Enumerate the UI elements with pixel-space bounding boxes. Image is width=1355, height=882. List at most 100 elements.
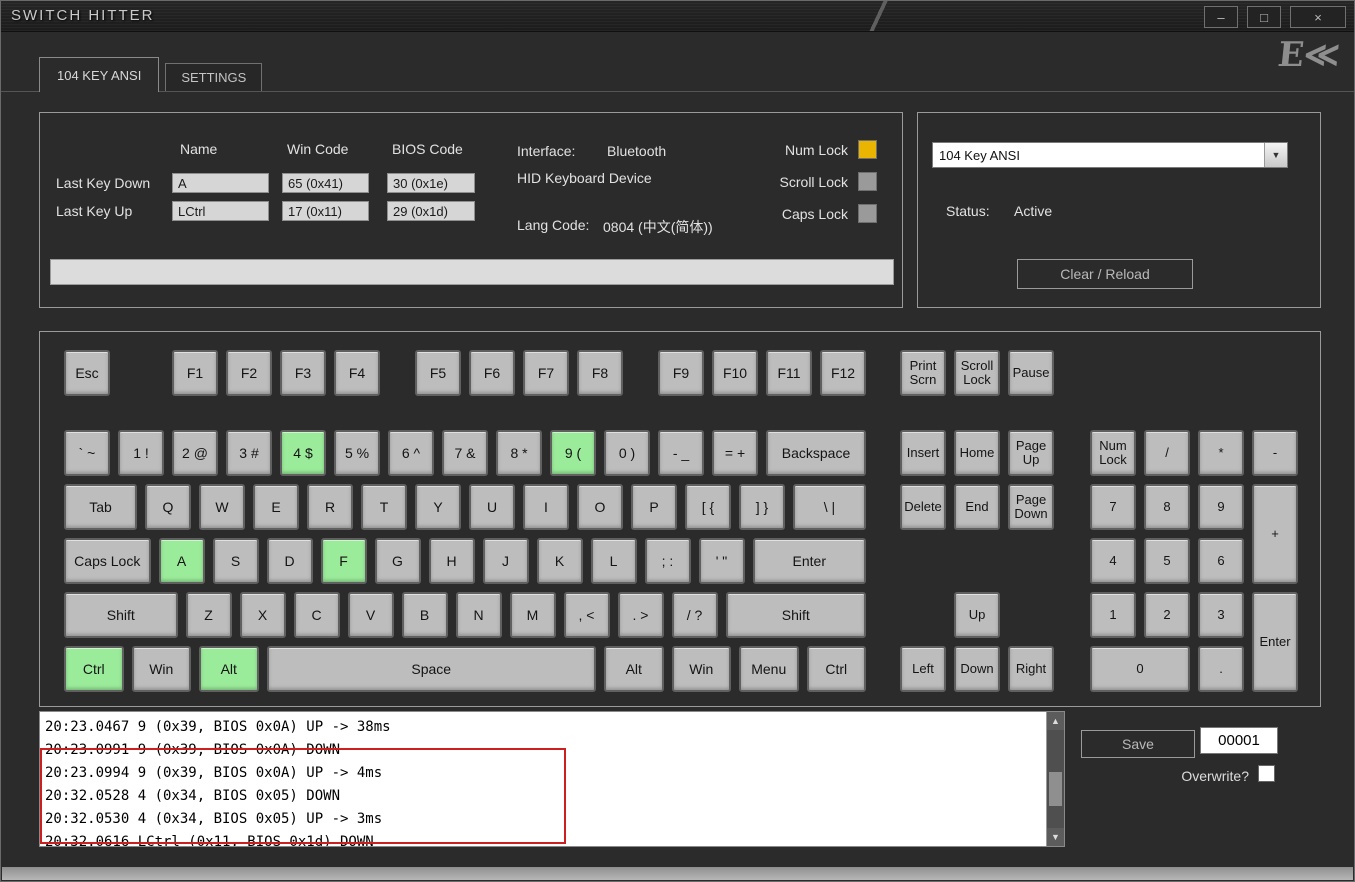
keyboard-key: 8 bbox=[1144, 484, 1190, 530]
keyboard-key: F5 bbox=[415, 350, 461, 396]
last-key-up-win-code-field: 17 (0x11) bbox=[282, 201, 369, 221]
log-line: 20:23.0467 9 (0x39, BIOS 0x0A) UP -> 38m… bbox=[45, 716, 1042, 739]
keyboard-key: 5 % bbox=[334, 430, 380, 476]
ek-logo: E≪ bbox=[1276, 35, 1342, 75]
keyboard-key: Alt bbox=[604, 646, 664, 692]
keyboard-key: ` ~ bbox=[64, 430, 110, 476]
keyboard-key: . bbox=[1198, 646, 1244, 692]
log-line: 20:32.0530 4 (0x34, BIOS 0x05) UP -> 3ms bbox=[45, 808, 1042, 831]
chevron-down-icon[interactable]: ▼ bbox=[1264, 143, 1287, 167]
keyboard-key: A bbox=[159, 538, 205, 584]
close-button[interactable]: × bbox=[1290, 6, 1346, 28]
keyboard-key: 4 bbox=[1090, 538, 1136, 584]
keyboard-key: F3 bbox=[280, 350, 326, 396]
tab-bar: 104 KEY ANSI SETTINGS bbox=[39, 58, 262, 92]
minimize-button[interactable]: – bbox=[1204, 6, 1238, 28]
scroll-up-icon[interactable]: ▲ bbox=[1047, 712, 1064, 730]
keyboard-key: Enter bbox=[753, 538, 867, 584]
keyboard-key: 0 bbox=[1090, 646, 1190, 692]
keyboard-key: Tab bbox=[64, 484, 137, 530]
keyboard-key: F10 bbox=[712, 350, 758, 396]
keyboard-key: 3 # bbox=[226, 430, 272, 476]
keyboard-key: 1 bbox=[1090, 592, 1136, 638]
lock-indicator bbox=[858, 172, 877, 191]
keyboard-key: Home bbox=[954, 430, 1000, 476]
keyboard-key: * bbox=[1198, 430, 1244, 476]
keyboard-key: ; : bbox=[645, 538, 691, 584]
titlebar-texture bbox=[1, 1, 1354, 31]
keyboard-key: Page Up bbox=[1008, 430, 1054, 476]
keyboard-panel: EscF1F2F3F4F5F6F7F8F9F10F11F12` ~1 !2 @3… bbox=[39, 331, 1321, 707]
keyboard-key: N bbox=[456, 592, 502, 638]
bottom-resize-strip bbox=[2, 867, 1353, 880]
keyboard-key: Q bbox=[145, 484, 191, 530]
keyboard-key: 6 ^ bbox=[388, 430, 434, 476]
column-header-name: Name bbox=[180, 141, 217, 157]
keyboard-nav-section: Print ScrnScroll LockPauseInsertHomePage… bbox=[900, 350, 1054, 692]
save-counter[interactable]: 00001 bbox=[1200, 727, 1278, 754]
keyboard-key: Ctrl bbox=[807, 646, 867, 692]
keyboard-key: Menu bbox=[739, 646, 799, 692]
scrollbar-thumb[interactable] bbox=[1049, 772, 1062, 806]
lock-indicators: Num Lock Scroll Lock Caps Lock bbox=[780, 140, 877, 236]
lock-row: Caps Lock bbox=[780, 204, 877, 223]
key-test-input[interactable] bbox=[50, 259, 894, 285]
window-title: SWITCH HITTER bbox=[11, 7, 155, 24]
keyboard-key: 9 ( bbox=[550, 430, 596, 476]
keyboard-key: 1 ! bbox=[118, 430, 164, 476]
keyboard-key: H bbox=[429, 538, 475, 584]
keyboard-key: Shift bbox=[726, 592, 867, 638]
maximize-button[interactable]: □ bbox=[1247, 6, 1281, 28]
keyboard-key: X bbox=[240, 592, 286, 638]
keyboard-key: Alt bbox=[199, 646, 259, 692]
keyboard-row: Print ScrnScroll LockPause bbox=[900, 350, 1054, 396]
keyboard-key: 7 & bbox=[442, 430, 488, 476]
event-log-lines: 20:23.0467 9 (0x39, BIOS 0x0A) UP -> 38m… bbox=[45, 716, 1042, 847]
keyboard-key: Delete bbox=[900, 484, 946, 530]
title-bar: SWITCH HITTER – □ × bbox=[1, 1, 1354, 32]
keyboard-key: S bbox=[213, 538, 259, 584]
keyboard-main-section: EscF1F2F3F4F5F6F7F8F9F10F11F12` ~1 !2 @3… bbox=[64, 350, 866, 692]
keyboard-key: = + bbox=[712, 430, 758, 476]
keyboard-key: Print Scrn bbox=[900, 350, 946, 396]
keyboard-row: ` ~1 !2 @3 #4 $5 %6 ^7 &8 *9 (0 )- _= +B… bbox=[64, 430, 866, 476]
lock-indicator bbox=[858, 204, 877, 223]
titlebar-slash-decoration bbox=[844, 1, 914, 31]
clear-reload-button[interactable]: Clear / Reload bbox=[1017, 259, 1193, 289]
layout-dropdown-value[interactable]: 104 Key ANSI bbox=[933, 143, 1264, 167]
scroll-down-icon[interactable]: ▼ bbox=[1047, 828, 1064, 846]
log-scrollbar[interactable]: ▲ ▼ bbox=[1046, 712, 1064, 846]
lang-code-value: 0804 (中文(简体)) bbox=[603, 217, 713, 237]
keyboard-key: F9 bbox=[658, 350, 704, 396]
keyboard-key: ] } bbox=[739, 484, 785, 530]
keyboard-key: - _ bbox=[658, 430, 704, 476]
keyboard-key: 7 bbox=[1090, 484, 1136, 530]
keyboard-key: F8 bbox=[577, 350, 623, 396]
keyboard-key: 2 bbox=[1144, 592, 1190, 638]
lock-row: Scroll Lock bbox=[780, 172, 877, 191]
keyboard-key: Shift bbox=[64, 592, 178, 638]
overwrite-checkbox[interactable] bbox=[1258, 765, 1275, 782]
layout-dropdown[interactable]: 104 Key ANSI ▼ bbox=[932, 142, 1288, 168]
keyboard-key: 6 bbox=[1198, 538, 1244, 584]
tab-104-key-ansi[interactable]: 104 KEY ANSI bbox=[39, 57, 159, 92]
keyboard-key: Z bbox=[186, 592, 232, 638]
keyboard-key: U bbox=[469, 484, 515, 530]
keyboard-key: Backspace bbox=[766, 430, 866, 476]
keyboard-key: 3 bbox=[1198, 592, 1244, 638]
keyboard-key: 4 $ bbox=[280, 430, 326, 476]
save-button[interactable]: Save bbox=[1081, 730, 1195, 758]
tab-settings[interactable]: SETTINGS bbox=[165, 63, 262, 91]
last-key-down-label: Last Key Down bbox=[56, 175, 150, 191]
lock-label: Num Lock bbox=[785, 142, 848, 158]
keyboard-key: 5 bbox=[1144, 538, 1190, 584]
lock-row: Num Lock bbox=[780, 140, 877, 159]
interface-label: Interface: bbox=[517, 143, 575, 159]
keyboard-key: Num Lock bbox=[1090, 430, 1136, 476]
app-window: SWITCH HITTER – □ × E≪ 104 KEY ANSI SETT… bbox=[0, 0, 1355, 882]
keyboard-key: ' " bbox=[699, 538, 745, 584]
keyboard-key: Ctrl bbox=[64, 646, 124, 692]
keyboard-key: R bbox=[307, 484, 353, 530]
keyboard-key: Caps Lock bbox=[64, 538, 151, 584]
event-log: 20:23.0467 9 (0x39, BIOS 0x0A) UP -> 38m… bbox=[39, 711, 1065, 847]
